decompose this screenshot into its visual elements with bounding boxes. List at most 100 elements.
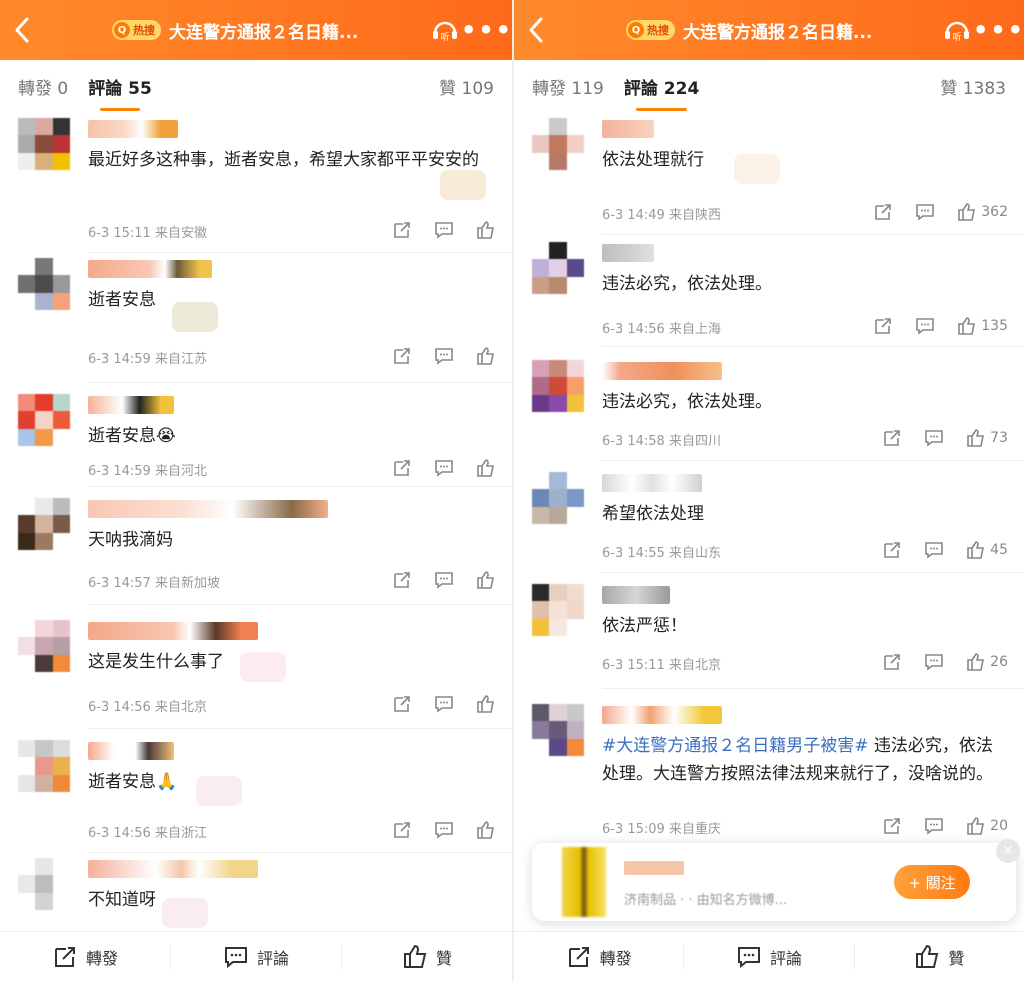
comment-button[interactable]: 評論 bbox=[683, 943, 853, 970]
username-blurred[interactable] bbox=[88, 260, 212, 278]
back-icon[interactable] bbox=[514, 0, 558, 60]
like-count: 26 bbox=[990, 654, 1008, 670]
like-button[interactable]: 贊 bbox=[853, 943, 1024, 970]
repost-icon[interactable] bbox=[392, 694, 412, 714]
repost-icon[interactable] bbox=[882, 540, 902, 560]
avatar[interactable] bbox=[18, 740, 70, 792]
like-icon[interactable] bbox=[476, 220, 496, 240]
tab-likes[interactable]: 贊 109 bbox=[439, 74, 494, 99]
back-icon[interactable] bbox=[0, 0, 44, 60]
username-blurred[interactable] bbox=[88, 120, 178, 138]
username-blurred[interactable] bbox=[88, 622, 258, 640]
like-button[interactable]: 20 bbox=[966, 816, 1008, 836]
comment-icon[interactable] bbox=[924, 816, 944, 836]
comment-button[interactable]: 評論 bbox=[170, 943, 341, 970]
repost-button[interactable]: 轉發 bbox=[514, 944, 683, 970]
popup-avatar[interactable] bbox=[562, 847, 606, 917]
more-icon[interactable]: ••• bbox=[461, 0, 512, 60]
username-blurred[interactable] bbox=[602, 362, 722, 380]
like-icon[interactable] bbox=[476, 458, 496, 478]
username-blurred[interactable] bbox=[88, 742, 174, 760]
comment-icon[interactable] bbox=[924, 540, 944, 560]
repost-icon[interactable] bbox=[392, 570, 412, 590]
more-icon[interactable]: ••• bbox=[973, 0, 1024, 60]
like-button[interactable]: 135 bbox=[957, 316, 1008, 336]
like-icon[interactable] bbox=[476, 346, 496, 366]
avatar[interactable] bbox=[532, 584, 584, 636]
comment-icon[interactable] bbox=[434, 570, 454, 590]
comment-text: 依法严惩！ bbox=[602, 616, 687, 636]
repost-icon[interactable] bbox=[873, 316, 893, 336]
username-blurred[interactable] bbox=[88, 396, 174, 414]
avatar[interactable] bbox=[532, 118, 584, 170]
comment-icon[interactable] bbox=[434, 694, 454, 714]
avatar[interactable] bbox=[532, 472, 584, 524]
repost-button[interactable]: 轉發 bbox=[0, 944, 170, 970]
username-blurred[interactable] bbox=[88, 860, 258, 878]
topic-hashtag-link[interactable]: #大连警方通报２名日籍男子被害# bbox=[602, 736, 869, 756]
repost-icon[interactable] bbox=[392, 820, 412, 840]
tab-comments[interactable]: 評論 224 bbox=[624, 74, 699, 111]
tab-likes[interactable]: 贊 1383 bbox=[940, 74, 1006, 99]
comment-icon[interactable] bbox=[434, 458, 454, 478]
comment-item: 希望依法处理 6-3 14:55 来自山东 45 bbox=[514, 472, 1024, 573]
repost-icon[interactable] bbox=[882, 816, 902, 836]
username-blurred[interactable] bbox=[602, 706, 722, 724]
like-button[interactable]: 362 bbox=[957, 202, 1008, 222]
avatar[interactable] bbox=[532, 360, 584, 412]
username-blurred[interactable] bbox=[602, 244, 654, 262]
comment-icon[interactable] bbox=[915, 202, 935, 222]
comment-icon[interactable] bbox=[434, 346, 454, 366]
like-icon[interactable] bbox=[476, 570, 496, 590]
follow-button[interactable]: + 關注 bbox=[894, 865, 970, 899]
avatar[interactable] bbox=[18, 858, 70, 910]
hot-search-label: 热搜 bbox=[133, 24, 155, 37]
avatar[interactable] bbox=[18, 394, 70, 446]
comment-icon[interactable] bbox=[924, 652, 944, 672]
comment-icon[interactable] bbox=[434, 820, 454, 840]
username-blurred[interactable] bbox=[602, 120, 654, 138]
comment-text: 逝者安息🙏 bbox=[88, 772, 178, 792]
repost-icon[interactable] bbox=[392, 458, 412, 478]
avatar[interactable] bbox=[532, 242, 584, 294]
listen-icon[interactable]: 听 bbox=[428, 13, 462, 47]
hot-search-badge[interactable]: Q 热搜 bbox=[112, 20, 161, 40]
comment-actions: 45 bbox=[882, 540, 1008, 560]
like-icon[interactable] bbox=[476, 694, 496, 714]
comment-icon[interactable] bbox=[915, 316, 935, 336]
close-icon[interactable]: ✕ bbox=[996, 839, 1020, 863]
repost-icon bbox=[568, 946, 589, 967]
like-icon[interactable] bbox=[476, 820, 496, 840]
tab-reposts[interactable]: 轉發 0 bbox=[18, 74, 68, 99]
divider bbox=[602, 688, 1024, 689]
listen-icon[interactable]: 听 bbox=[940, 13, 974, 47]
username-blurred[interactable] bbox=[602, 586, 670, 604]
avatar[interactable] bbox=[18, 498, 70, 550]
avatar[interactable] bbox=[18, 258, 70, 310]
username-blurred[interactable] bbox=[88, 500, 328, 518]
like-button[interactable]: 45 bbox=[966, 540, 1008, 560]
tab-comments[interactable]: 評論 55 bbox=[88, 74, 152, 111]
repost-icon[interactable] bbox=[882, 428, 902, 448]
like-button[interactable]: 26 bbox=[966, 652, 1008, 672]
comment-icon[interactable] bbox=[434, 220, 454, 240]
like-icon bbox=[403, 944, 427, 968]
tab-reposts[interactable]: 轉發 119 bbox=[532, 74, 604, 99]
repost-icon[interactable] bbox=[392, 346, 412, 366]
popup-username-blurred[interactable] bbox=[624, 861, 684, 875]
like-icon bbox=[967, 541, 985, 559]
page-title: 大连警方通报２名日籍... bbox=[169, 22, 359, 43]
comment-actions bbox=[392, 220, 496, 240]
avatar[interactable] bbox=[18, 620, 70, 672]
repost-icon[interactable] bbox=[873, 202, 893, 222]
like-button[interactable]: 贊 bbox=[341, 943, 512, 970]
repost-icon[interactable] bbox=[882, 652, 902, 672]
username-blurred[interactable] bbox=[602, 474, 702, 492]
hot-search-badge[interactable]: Q 热搜 bbox=[626, 20, 675, 40]
repost-icon[interactable] bbox=[392, 220, 412, 240]
like-button[interactable]: 73 bbox=[966, 428, 1008, 448]
like-icon bbox=[967, 429, 985, 447]
avatar[interactable] bbox=[532, 704, 584, 756]
comment-icon[interactable] bbox=[924, 428, 944, 448]
avatar[interactable] bbox=[18, 118, 70, 170]
